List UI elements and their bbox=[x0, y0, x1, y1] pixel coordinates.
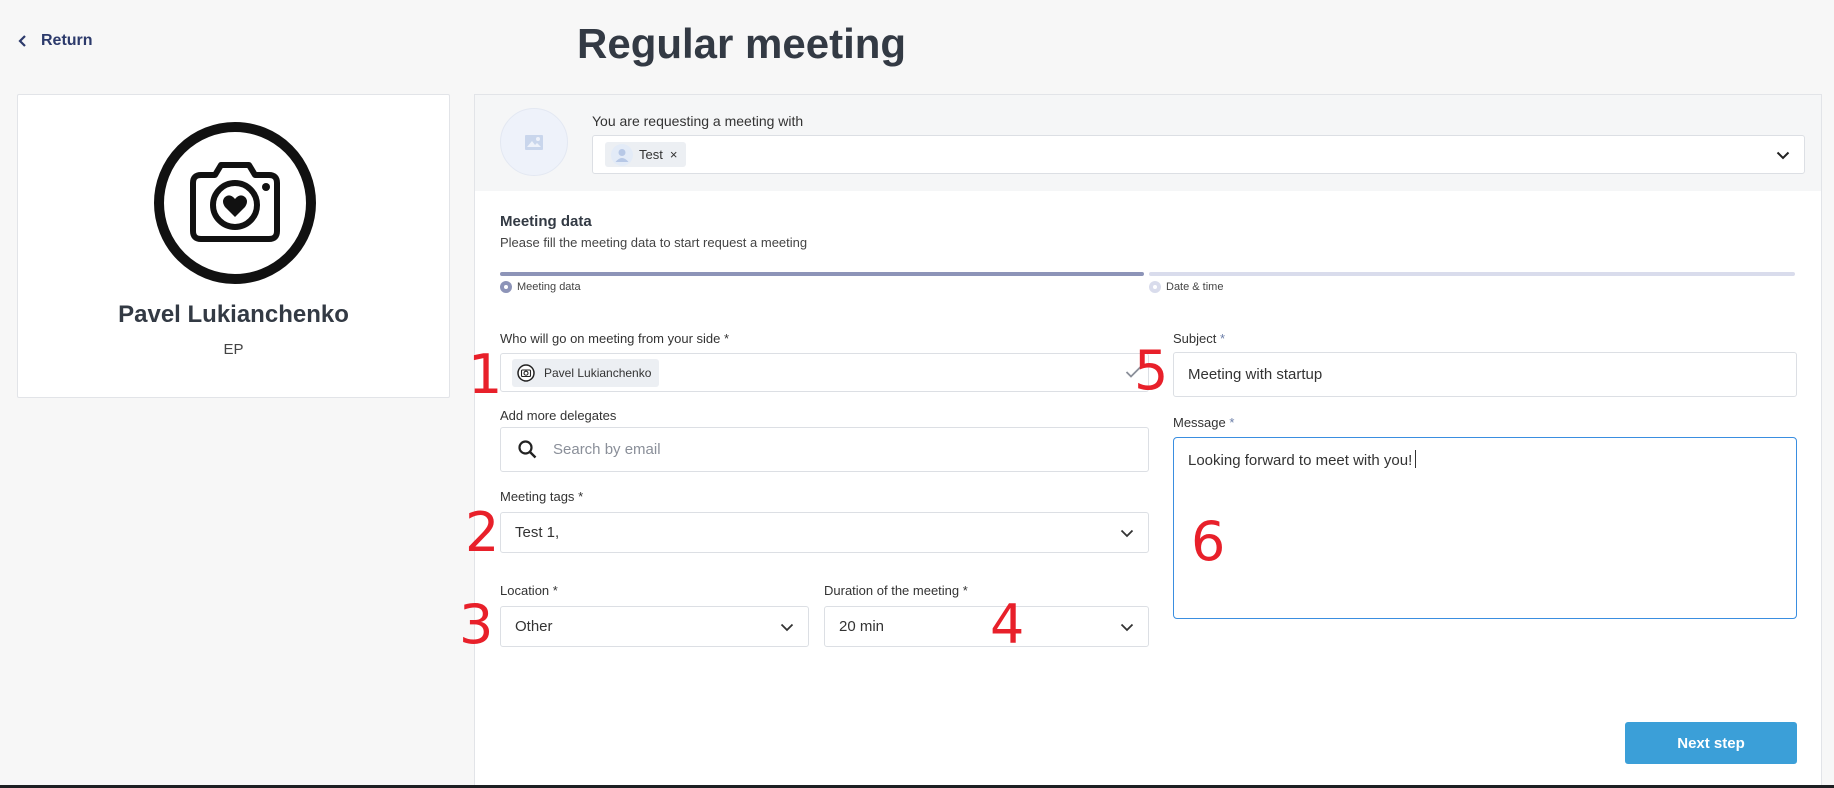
recipient-avatar bbox=[500, 108, 568, 176]
profile-role: EP bbox=[223, 341, 244, 358]
camera-heart-icon bbox=[154, 122, 316, 284]
chevron-down-icon bbox=[1120, 623, 1134, 631]
recipient-select[interactable]: Test × bbox=[592, 135, 1805, 174]
tags-label: Meeting tags * bbox=[500, 489, 583, 504]
location-select[interactable]: Other bbox=[500, 606, 809, 647]
tags-select[interactable]: Test 1, bbox=[500, 512, 1149, 553]
tags-value: Test 1, bbox=[515, 524, 560, 541]
page-title: Regular meeting bbox=[577, 20, 907, 67]
subject-label-text: Subject bbox=[1173, 331, 1217, 346]
profile-name: Pavel Lukianchenko bbox=[118, 301, 349, 328]
annotation-2: 2 bbox=[465, 501, 500, 564]
message-textarea[interactable]: Looking forward to meet with you! bbox=[1173, 437, 1797, 619]
required-mark: * bbox=[724, 331, 730, 346]
delegate-chip-label: Pavel Lukianchenko bbox=[544, 366, 652, 380]
step-date-time[interactable]: Date & time bbox=[1149, 281, 1223, 293]
chevron-down-icon[interactable] bbox=[1776, 151, 1790, 160]
location-label: Location * bbox=[500, 583, 558, 598]
recipient-chip: Test × bbox=[605, 142, 687, 167]
step-active-dot-icon bbox=[500, 281, 512, 293]
chevron-down-icon bbox=[780, 623, 794, 631]
subject-input[interactable]: Meeting with startup bbox=[1173, 352, 1797, 397]
duration-value: 20 min bbox=[839, 618, 885, 635]
delegates-label: Add more delegates bbox=[500, 408, 617, 423]
who-label-text: Who will go on meeting from your side bbox=[500, 331, 721, 346]
subject-value: Meeting with startup bbox=[1188, 366, 1323, 383]
duration-label: Duration of the meeting * bbox=[824, 583, 968, 598]
who-label: Who will go on meeting from your side * bbox=[500, 331, 729, 346]
required-mark: * bbox=[962, 583, 968, 598]
chevron-left-icon bbox=[18, 35, 26, 47]
location-label-text: Location bbox=[500, 583, 550, 598]
subject-label: Subject * bbox=[1173, 331, 1225, 346]
step-meeting-data-label: Meeting data bbox=[517, 281, 581, 293]
chevron-down-icon bbox=[1120, 529, 1134, 537]
duration-label-text: Duration of the meeting bbox=[824, 583, 960, 598]
delegates-search-input[interactable]: Search by email bbox=[500, 427, 1149, 472]
delegate-chip: Pavel Lukianchenko bbox=[512, 359, 660, 387]
annotation-1: 1 bbox=[468, 343, 503, 406]
return-link[interactable]: Return bbox=[18, 32, 93, 50]
message-label: Message * bbox=[1173, 415, 1234, 430]
location-value: Other bbox=[515, 618, 553, 635]
section-subtitle: Please fill the meeting data to start re… bbox=[500, 235, 808, 250]
duration-select[interactable]: 20 min bbox=[824, 606, 1149, 647]
who-select[interactable]: Pavel Lukianchenko bbox=[500, 353, 1149, 392]
step-inactive-dot-icon bbox=[1149, 281, 1161, 293]
message-value-text: Looking forward to meet with you! bbox=[1188, 452, 1413, 469]
annotation-4: 4 bbox=[990, 593, 1025, 656]
recipient-chip-label: Test bbox=[639, 147, 663, 162]
meeting-request-panel: You are requesting a meeting with Test ×… bbox=[474, 94, 1822, 788]
required-mark: * bbox=[1220, 331, 1226, 346]
text-caret bbox=[1415, 450, 1417, 468]
annotation-3: 3 bbox=[459, 593, 494, 656]
annotation-5: 5 bbox=[1134, 339, 1169, 402]
required-mark: * bbox=[578, 489, 584, 504]
required-mark: * bbox=[1229, 415, 1235, 430]
section-title: Meeting data bbox=[500, 213, 592, 230]
request-label: You are requesting a meeting with bbox=[592, 113, 804, 129]
profile-card: Pavel Lukianchenko EP bbox=[17, 94, 450, 398]
step-progress-date-time bbox=[1149, 272, 1795, 276]
required-mark: * bbox=[552, 583, 558, 598]
step-date-time-label: Date & time bbox=[1166, 281, 1224, 293]
user-icon bbox=[611, 143, 633, 166]
annotation-6: 6 bbox=[1191, 510, 1226, 573]
step-meeting-data[interactable]: Meeting data bbox=[500, 281, 581, 293]
tags-label-text: Meeting tags bbox=[500, 489, 575, 504]
search-icon bbox=[518, 440, 537, 459]
message-value: Looking forward to meet with you! bbox=[1188, 450, 1417, 469]
delegates-placeholder: Search by email bbox=[553, 441, 661, 458]
next-step-button[interactable]: Next step bbox=[1625, 722, 1797, 764]
message-label-text: Message bbox=[1173, 415, 1226, 430]
step-progress-meeting-data bbox=[500, 272, 1144, 276]
remove-chip-icon[interactable]: × bbox=[670, 147, 678, 162]
camera-avatar-icon bbox=[517, 364, 535, 382]
request-header: You are requesting a meeting with Test × bbox=[475, 95, 1821, 191]
return-label: Return bbox=[41, 32, 93, 49]
image-placeholder-icon bbox=[525, 134, 543, 150]
